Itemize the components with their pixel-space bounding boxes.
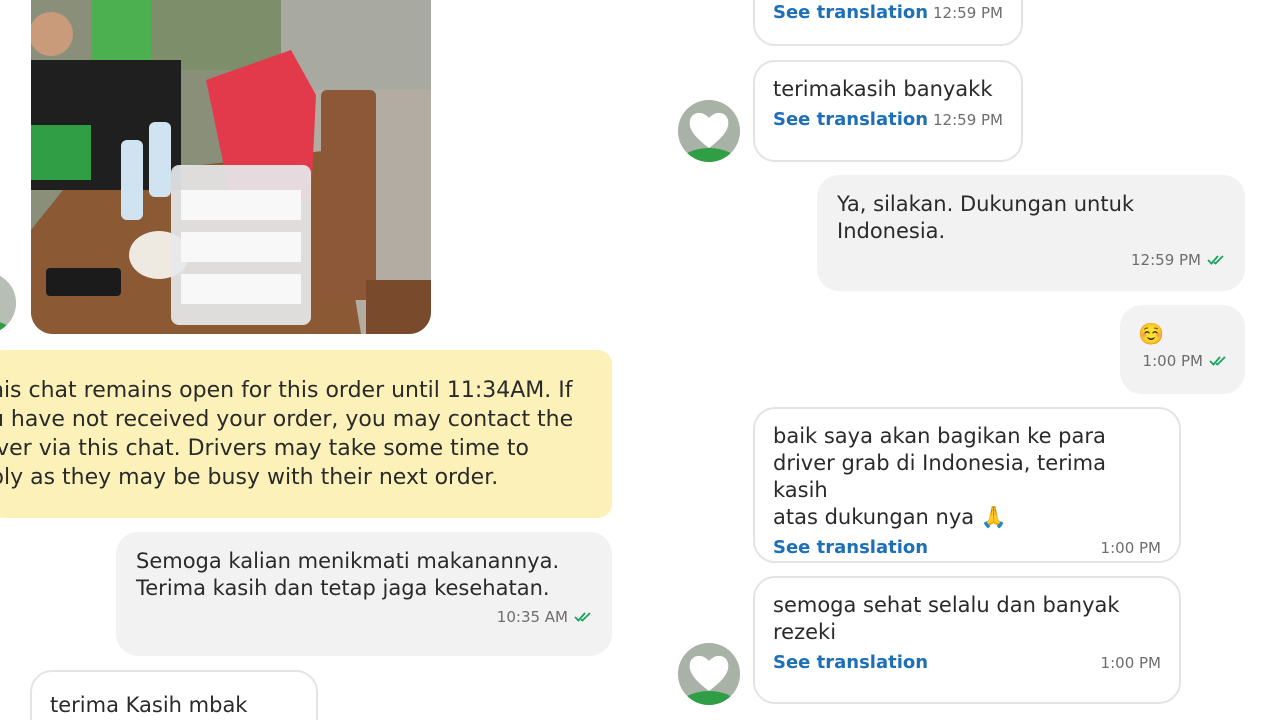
right-chat-panel: See translation 12:59 PM terimakasih ban… [640, 0, 1280, 720]
double-check-icon [1207, 255, 1224, 265]
photo-message[interactable] [31, 0, 431, 334]
driver-avatar-heart-icon [678, 100, 740, 162]
incoming-message[interactable]: baik saya akan bagikan ke para driver gr… [753, 407, 1181, 563]
driver-avatar[interactable] [678, 643, 740, 705]
driver-avatar-icon [0, 272, 16, 334]
message-time: 1:00 PM [1100, 653, 1161, 672]
left-chat-panel: his chat remains open for this order unt… [0, 0, 640, 720]
see-translation-link[interactable]: See translation [773, 2, 928, 23]
see-translation-link[interactable]: See translation [773, 652, 928, 673]
message-text: Semoga kalian menikmati makanannya. Teri… [136, 549, 560, 600]
message-text: semoga sehat selalu dan banyak rezeki [773, 593, 1120, 644]
see-translation-link[interactable]: See translation [773, 109, 928, 130]
notice-line: iver via this chat. Drivers may take som… [0, 436, 529, 461]
driver-avatar[interactable] [0, 272, 16, 334]
message-text: baik saya akan bagikan ke para driver gr… [773, 424, 1106, 529]
notice-line: ply as they may be busy with their next … [0, 465, 499, 490]
message-text: terima Kasih mbak [50, 693, 248, 717]
message-time: 10:35 AM [496, 608, 568, 626]
message-time: 1:00 PM [1100, 538, 1161, 557]
message-time: 12:59 PM [933, 110, 1003, 129]
notice-line: his chat remains open for this order unt… [0, 378, 573, 403]
notice-line: u have not received your order, you may … [0, 407, 574, 432]
see-translation-link[interactable]: See translation [773, 537, 928, 558]
message-time: 12:59 PM [933, 3, 1003, 22]
incoming-message[interactable]: semoga sehat selalu dan banyak rezeki Se… [753, 576, 1181, 704]
incoming-message[interactable]: terima Kasih mbak [30, 670, 318, 720]
incoming-message[interactable]: See translation 12:59 PM [753, 0, 1023, 46]
driver-avatar-heart-icon [678, 643, 740, 705]
driver-avatar[interactable] [678, 100, 740, 162]
message-text: Ya, silakan. Dukungan untuk Indonesia. [837, 192, 1135, 243]
chat-open-notice: his chat remains open for this order unt… [0, 350, 612, 518]
incoming-message[interactable]: terimakasih banyakk See translation 12:5… [753, 60, 1023, 162]
delivery-photo [31, 0, 431, 334]
outgoing-message[interactable]: Semoga kalian menikmati makanannya. Teri… [116, 532, 612, 656]
double-check-icon [1209, 356, 1226, 366]
outgoing-message[interactable]: ☺️ 1:00 PM [1120, 305, 1245, 394]
message-time: 12:59 PM [1131, 251, 1201, 269]
message-text: terimakasih banyakk [773, 77, 993, 101]
outgoing-message[interactable]: Ya, silakan. Dukungan untuk Indonesia. 1… [817, 175, 1245, 291]
double-check-icon [574, 612, 591, 622]
message-time: 1:00 PM [1142, 352, 1203, 370]
message-emoji: ☺️ [1138, 322, 1165, 346]
